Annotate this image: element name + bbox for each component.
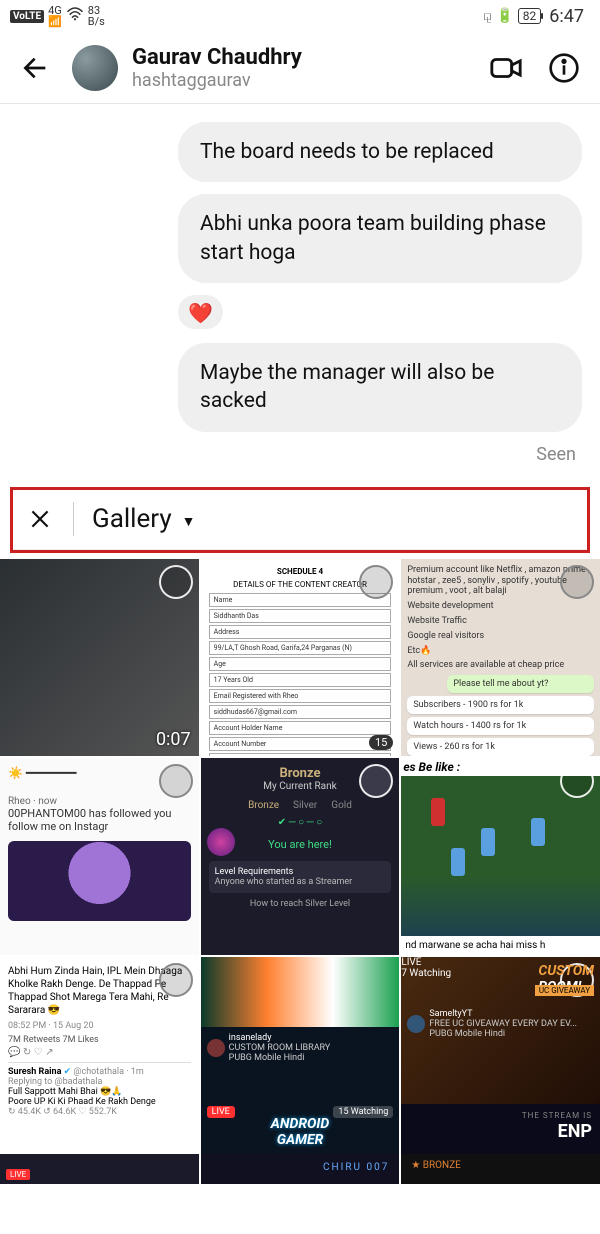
gallery-folder-dropdown[interactable]: Gallery ▼ bbox=[92, 504, 195, 534]
chevron-down-icon: ▼ bbox=[182, 513, 196, 530]
battery-level: 82 bbox=[518, 8, 542, 24]
video-call-button[interactable] bbox=[484, 46, 528, 90]
data-speed: 83 B/s bbox=[88, 5, 105, 27]
seen-indicator: Seen bbox=[18, 444, 582, 475]
gallery-item[interactable]: Premium account like Netflix , amazon pr… bbox=[401, 559, 600, 756]
heart-icon: ❤️ bbox=[178, 295, 223, 329]
clock: 6:47 bbox=[549, 6, 584, 27]
gallery-item[interactable]: CHIRU 007 bbox=[201, 1154, 400, 1184]
gallery-item[interactable]: ★ BRONZE bbox=[401, 1154, 600, 1184]
volte-badge: VoLTE bbox=[10, 10, 44, 23]
video-duration: 0:07 bbox=[156, 729, 191, 750]
rank-badge-icon bbox=[207, 828, 235, 856]
dm-names[interactable]: Gaurav Chaudhry hashtaggaurav bbox=[132, 45, 470, 91]
battery-icon: 🔋 bbox=[496, 8, 513, 24]
info-button[interactable] bbox=[542, 46, 586, 90]
message-bubble[interactable]: Maybe the manager will also be sacked bbox=[178, 343, 582, 432]
status-left: VoLTE 4G 📶 83 B/s bbox=[10, 5, 105, 27]
wifi-icon bbox=[66, 7, 84, 25]
message-bubble[interactable]: The board needs to be replaced bbox=[178, 122, 582, 182]
gallery-header-highlight: Gallery ▼ bbox=[10, 487, 590, 553]
gallery-item[interactable]: Abhi Hum Zinda Hain, IPL Mein Dhaaga Kho… bbox=[0, 957, 199, 1154]
chat-area: The board needs to be replaced Abhi unka… bbox=[0, 104, 600, 481]
select-circle[interactable] bbox=[359, 764, 393, 798]
multi-count: 15 bbox=[369, 735, 393, 750]
status-bar: VoLTE 4G 📶 83 B/s ⚼ 🔋 82 6:47 bbox=[0, 0, 600, 32]
dm-header: Gaurav Chaudhry hashtaggaurav bbox=[0, 32, 600, 104]
reaction[interactable]: ❤️ bbox=[178, 295, 582, 329]
gallery-grid: 0:07 SCHEDULE 4 DETAILS OF THE CONTENT C… bbox=[0, 559, 600, 1154]
message-bubble[interactable]: Abhi unka poora team building phase star… bbox=[178, 194, 582, 283]
bluetooth-icon: ⚼ bbox=[483, 8, 493, 24]
back-button[interactable] bbox=[14, 46, 58, 90]
gallery-item[interactable]: 0:07 bbox=[0, 559, 199, 756]
gallery-grid-partial: LIVE CHIRU 007 ★ BRONZE bbox=[0, 1154, 600, 1184]
gallery-header: Gallery ▼ bbox=[13, 490, 587, 550]
close-button[interactable] bbox=[25, 506, 55, 532]
status-right: ⚼ 🔋 82 6:47 bbox=[483, 6, 584, 27]
gallery-item[interactable]: Bronze My Current Rank Bronze Silver Gol… bbox=[201, 758, 400, 955]
illustration bbox=[8, 841, 191, 921]
gallery-item[interactable]: LIVE bbox=[0, 1154, 199, 1184]
display-name: Gaurav Chaudhry bbox=[132, 45, 470, 70]
select-circle[interactable] bbox=[359, 565, 393, 599]
gallery-item[interactable]: es Be like : nd marwane se acha hai miss… bbox=[401, 758, 600, 955]
username: hashtaggaurav bbox=[132, 70, 470, 91]
select-circle[interactable] bbox=[159, 963, 193, 997]
select-circle[interactable] bbox=[159, 565, 193, 599]
gallery-item[interactable]: ☀️ ━━━━━━━ Rheo · now 00PHANTOM00 has fo… bbox=[0, 758, 199, 955]
divider bbox=[73, 502, 74, 536]
gallery-item[interactable]: SCHEDULE 4 DETAILS OF THE CONTENT CREATO… bbox=[201, 559, 400, 756]
signal-bars-icon: 📶 bbox=[48, 16, 62, 27]
select-circle[interactable] bbox=[560, 565, 594, 599]
speed-unit: B/s bbox=[88, 16, 105, 27]
network-indicator: 4G 📶 bbox=[48, 5, 62, 27]
gallery-folder-label: Gallery bbox=[92, 504, 172, 534]
gallery-item[interactable]: insanelady CUSTOM ROOM LIBRARY PUBG Mobi… bbox=[201, 957, 400, 1154]
select-circle[interactable] bbox=[159, 764, 193, 798]
gallery-item[interactable]: CUSTOMROOM! UC GIVEAWAY SameltyYT FREE U… bbox=[401, 957, 600, 1154]
avatar[interactable] bbox=[72, 45, 118, 91]
